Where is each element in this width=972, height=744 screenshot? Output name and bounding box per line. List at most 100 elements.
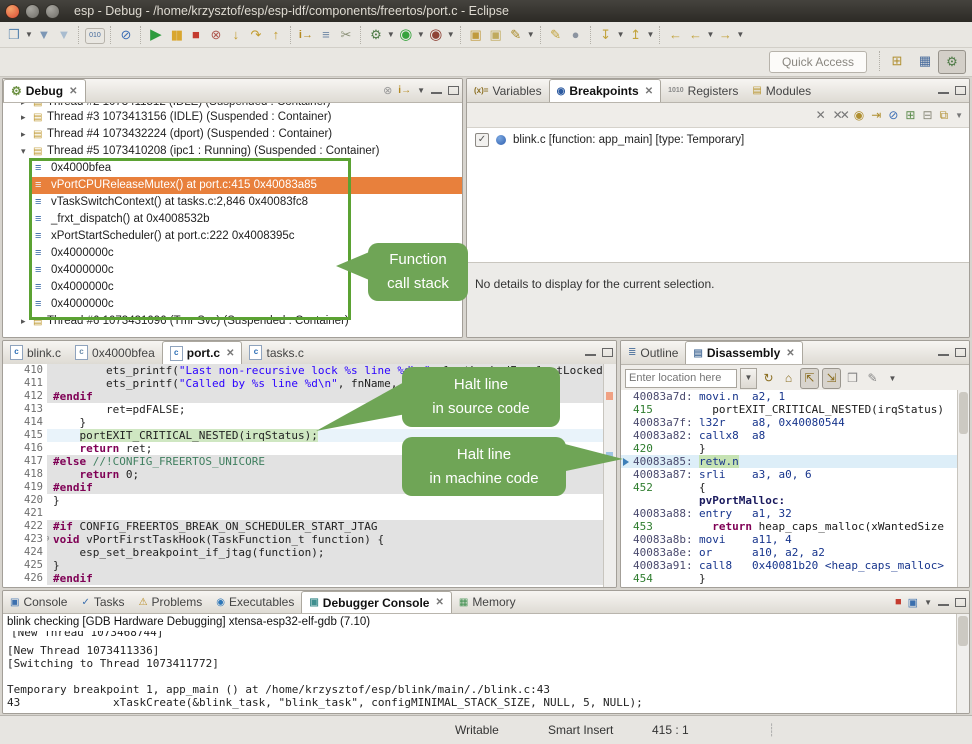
sync-with-active-context-icon[interactable]: ⇱ (800, 368, 819, 389)
remove-all-breakpoints-icon[interactable]: ✕✕ (833, 108, 847, 122)
home-icon[interactable]: ⌂ (780, 369, 797, 388)
maximize-icon[interactable] (955, 348, 966, 357)
step-return-icon[interactable]: ↑ (267, 25, 285, 45)
display-selected-console-icon[interactable]: ▣ (908, 596, 918, 609)
terminate-icon[interactable]: ■ (187, 25, 205, 45)
back-dropdown-icon[interactable]: ▼ (706, 30, 714, 39)
minimize-icon[interactable] (938, 353, 949, 356)
window-maximize-button[interactable] (45, 4, 60, 19)
expander-icon[interactable]: ▸ (21, 313, 33, 330)
status-drag-handle[interactable]: ┊ (768, 723, 775, 737)
view-menu-icon[interactable]: ▼ (417, 86, 425, 95)
disconnect-icon[interactable]: ⊗ (207, 25, 225, 45)
minimize-icon[interactable] (431, 91, 442, 94)
window-close-button[interactable] (5, 4, 20, 19)
track-expression-icon[interactable]: ⇲ (822, 368, 841, 389)
debug-dropdown-icon[interactable]: ▼ (387, 30, 395, 39)
instruction-stepping-icon[interactable]: i→ (297, 25, 315, 45)
open-perspective-icon[interactable]: ⊞ (884, 50, 910, 72)
run-icon[interactable]: ◉ (397, 25, 415, 45)
debug-icon[interactable]: ⚙ (367, 25, 385, 45)
terminate-icon[interactable]: ■ (895, 596, 902, 608)
expand-all-icon[interactable]: ⊞ (905, 108, 915, 122)
stack-frame-row[interactable]: ≡0x4000bfea (31, 160, 462, 177)
maximize-icon[interactable] (955, 86, 966, 95)
maximize-icon[interactable] (602, 348, 613, 357)
tab-debugger-console-close-icon[interactable]: ✕ (435, 597, 443, 608)
console-output[interactable]: [New Thread 1073468744] [New Thread 1073… (3, 631, 957, 713)
expander-icon[interactable]: ▾ (21, 143, 33, 160)
breakpoint-row[interactable]: ✓ blink.c [function: app_main] [type: Te… (467, 128, 969, 149)
console-scrollbar[interactable] (956, 614, 969, 713)
tab-disassembly-close-icon[interactable]: ✕ (786, 348, 794, 359)
tab-breakpoints[interactable]: ◉ Breakpoints ✕ (549, 79, 661, 102)
debug-perspective-icon[interactable]: ⚙ (938, 50, 966, 74)
forward-dropdown-icon[interactable]: ▼ (736, 30, 744, 39)
show-breakpoints-for-icon[interactable]: ◉ (854, 108, 864, 122)
disassembly-listing[interactable]: 40083a7d:movi.n a2, 1 415 portEXIT_CRITI… (621, 390, 958, 587)
console-dropdown-icon[interactable]: ▼ (924, 598, 932, 607)
cpp-perspective-icon[interactable]: ▦ (912, 50, 938, 72)
tab-port-c[interactable]: cport.c✕ (162, 341, 243, 364)
stack-frame-row[interactable]: ≡vTaskSwitchContext() at tasks.c:2,846 0… (31, 194, 462, 211)
tab-tasks-c[interactable]: ctasks.c (242, 341, 310, 364)
stack-frame-row[interactable]: ≡_frxt_dispatch() at 0x4008532b (31, 211, 462, 228)
new-wizard-dropdown-icon[interactable]: ▼ (25, 30, 33, 39)
minimize-icon[interactable] (938, 603, 949, 606)
save-icon[interactable]: ▼ (35, 25, 53, 45)
tab-executables[interactable]: ◉Executables (209, 591, 301, 613)
tab-problems[interactable]: ⚠Problems (132, 591, 210, 613)
tab-disassembly[interactable]: ▤Disassembly✕ (685, 341, 802, 364)
search-icon[interactable]: ✎ (507, 25, 525, 45)
location-input[interactable] (625, 369, 737, 388)
overview-ruler[interactable] (603, 364, 616, 587)
tab-variables[interactable]: (x)= Variables (467, 79, 549, 102)
thread-row[interactable]: ▸▤Thread #6 1073431096 (Tmr Svc) (Suspen… (3, 313, 462, 330)
tab-outline[interactable]: ≣Outline (621, 341, 685, 364)
back-icon[interactable]: ← (666, 25, 684, 45)
use-step-filters-icon[interactable]: ✂ (337, 25, 355, 45)
thread-row[interactable]: ▸▤Thread #4 1073432224 (dport) (Suspende… (3, 126, 462, 143)
tab-debug-close-icon[interactable]: ✕ (69, 86, 77, 97)
maximize-icon[interactable] (955, 598, 966, 607)
binary-icon[interactable]: 010 (85, 28, 105, 44)
tab-port-close-icon[interactable]: ✕ (226, 348, 234, 359)
tab-debug[interactable]: ⚙ Debug ✕ (3, 79, 86, 102)
tab-registers[interactable]: 1010 Registers (661, 79, 745, 102)
step-over-icon[interactable]: ↷ (247, 25, 265, 45)
skip-all-breakpoints-icon[interactable]: ⊘ (888, 108, 898, 122)
collapse-all-icon[interactable]: ⊟ (922, 108, 932, 122)
search-dropdown-icon[interactable]: ▼ (527, 30, 535, 39)
go-to-file-icon[interactable]: ⇥ (871, 108, 881, 122)
save-all-icon[interactable]: ▼ (55, 25, 73, 45)
minimize-icon[interactable] (938, 91, 949, 94)
profile-dropdown-icon[interactable]: ▼ (447, 30, 455, 39)
disassembly-scrollbar[interactable] (957, 390, 969, 587)
open-new-view-icon[interactable]: ❒ (844, 369, 861, 388)
tab-0x4000bfea[interactable]: c0x4000bfea (68, 341, 162, 364)
stack-frame-row-selected[interactable]: ≡vPortCPUReleaseMutex() at port.c:415 0x… (31, 177, 462, 194)
view-instruction-stepping-icon[interactable]: i→ (398, 85, 411, 96)
tab-breakpoints-close-icon[interactable]: ✕ (645, 86, 653, 97)
previous-annotation-icon[interactable]: ↥ (627, 25, 645, 45)
tab-memory[interactable]: ▦Memory (452, 591, 523, 613)
maximize-icon[interactable] (448, 86, 459, 95)
breakpoint-checkbox[interactable]: ✓ (475, 133, 489, 147)
run-dropdown-icon[interactable]: ▼ (417, 30, 425, 39)
skip-all-breakpoints-icon[interactable]: ⊘ (117, 25, 135, 45)
profile-icon[interactable]: ◉ (427, 25, 445, 45)
tab-blink-c[interactable]: cblink.c (3, 341, 68, 364)
annotation-icon[interactable]: ● (567, 25, 585, 45)
link-with-debug-icon[interactable]: ⧉ (940, 108, 949, 123)
refresh-view-icon[interactable]: ↻ (760, 369, 777, 388)
last-edit-location-icon[interactable]: ↧ (597, 25, 615, 45)
mark-occurrences-icon[interactable]: ✎ (547, 25, 565, 45)
tab-debugger-console[interactable]: ▣Debugger Console✕ (301, 591, 452, 613)
open-type-icon[interactable]: ▣ (467, 25, 485, 45)
window-minimize-button[interactable] (25, 4, 40, 19)
tab-modules[interactable]: ▤ Modules (745, 79, 818, 102)
thread-row[interactable]: ▾▤Thread #5 1073410208 (ipc1 : Running) … (3, 143, 462, 160)
resume-icon[interactable]: ▶ (147, 25, 165, 45)
forward-icon[interactable]: → (716, 25, 734, 45)
minimize-icon[interactable] (585, 353, 596, 356)
